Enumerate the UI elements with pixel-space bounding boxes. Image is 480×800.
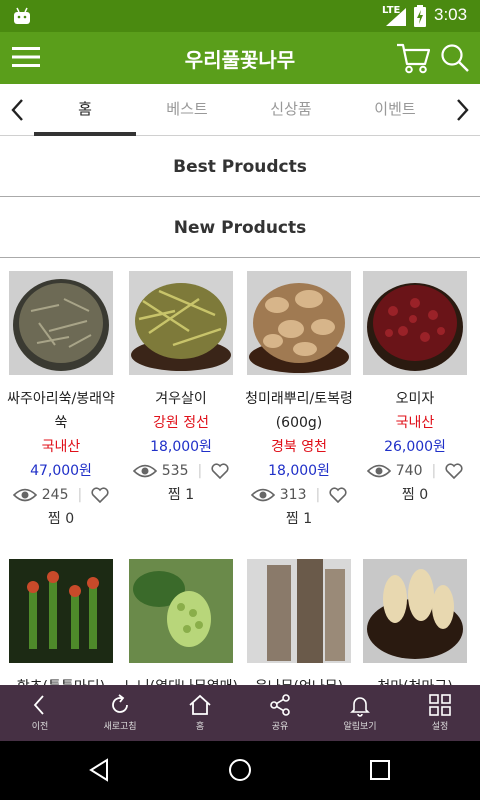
grid-icon (429, 694, 451, 716)
eye-icon (366, 464, 391, 478)
tab-event[interactable]: 이벤트 (344, 84, 446, 136)
status-bar: LTE 3:03 (0, 0, 480, 32)
nav-recents-icon[interactable] (367, 757, 393, 783)
heart-icon[interactable] (91, 487, 109, 503)
wishlist-count: 찜 1 (285, 511, 313, 527)
tab-best[interactable]: 베스트 (136, 84, 238, 136)
product-price: 18,000원 (268, 463, 330, 479)
signal-icon (386, 8, 406, 26)
product-card[interactable]: 천마(천마근) (356, 559, 474, 685)
toolbar-label: 홈 (195, 722, 205, 732)
toolbar-label: 설정 (431, 722, 449, 732)
view-count: 245 (41, 487, 69, 503)
product-name[interactable]: 겨우살이 (122, 387, 240, 411)
product-price: 26,000원 (384, 439, 446, 455)
product-origin: 경북 영천 (271, 439, 327, 455)
product-name[interactable]: 오미자 (356, 387, 474, 411)
back-button[interactable]: 이전 (0, 685, 80, 741)
product-card[interactable]: 오미자 국내산 26,000원 740 | 찜 0 (356, 271, 474, 507)
toolbar-label: 새로고침 (103, 722, 137, 732)
product-price: 18,000원 (150, 439, 212, 455)
nav-home-icon[interactable] (227, 757, 253, 783)
divider: | (77, 487, 83, 503)
notifications-button[interactable]: 알림보기 (320, 685, 400, 741)
eye-icon (132, 464, 157, 478)
view-count: 313 (279, 487, 307, 503)
back-icon (33, 695, 44, 715)
eye-icon (12, 488, 37, 502)
search-icon[interactable] (440, 43, 470, 73)
product-grid: 싸주아리쑥/봉래약쑥 국내산 47,000원 245 | 찜 0 겨우살이 강원… (0, 259, 480, 685)
product-name[interactable]: 청미래뿌리/토복령(600g) (240, 387, 358, 435)
heart-icon[interactable] (329, 487, 347, 503)
product-image[interactable] (129, 271, 233, 375)
product-image[interactable] (247, 559, 351, 663)
view-count: 535 (161, 463, 189, 479)
chevron-right-icon[interactable] (450, 96, 474, 124)
refresh-button[interactable]: 새로고침 (80, 685, 160, 741)
product-stats: 245 | (2, 483, 120, 507)
tab-home[interactable]: 홈 (34, 84, 136, 136)
toolbar-label: 공유 (271, 722, 289, 732)
refresh-icon (112, 694, 128, 713)
divider: | (431, 463, 437, 479)
bell-icon (350, 697, 370, 717)
product-price: 47,000원 (30, 463, 92, 479)
product-name[interactable]: 천마(천마근) (356, 675, 474, 685)
home-button[interactable]: 홈 (160, 685, 240, 741)
product-card[interactable]: 노니(열대나무열매) (122, 559, 240, 685)
product-card[interactable]: 음나무(엄나무) (240, 559, 358, 685)
wishlist-count: 찜 0 (47, 511, 75, 527)
chevron-left-icon[interactable] (6, 96, 30, 124)
product-origin: 국내산 (41, 439, 81, 455)
product-origin: 국내산 (395, 415, 435, 431)
heart-icon[interactable] (211, 463, 229, 479)
product-image[interactable] (363, 271, 467, 375)
battery-icon (414, 5, 426, 27)
tab-new[interactable]: 신상품 (240, 84, 342, 136)
clock: 3:03 (434, 5, 468, 24)
toolbar-label: 알림보기 (343, 722, 377, 732)
product-image[interactable] (247, 271, 351, 375)
product-image[interactable] (129, 559, 233, 663)
product-origin: 강원 정선 (153, 415, 209, 431)
cart-icon[interactable] (396, 42, 430, 74)
android-icon (14, 7, 30, 24)
product-card[interactable]: 청미래뿌리/토복령(600g) 경북 영천 18,000원 313 | 찜 1 (240, 271, 358, 531)
share-button[interactable]: 공유 (240, 685, 320, 741)
home-icon (189, 694, 211, 715)
product-image[interactable] (363, 559, 467, 663)
product-name[interactable]: 노니(열대나무열매) (122, 675, 240, 685)
wishlist-count: 찜 0 (401, 487, 429, 503)
divider: | (197, 463, 203, 479)
nav-back-icon[interactable] (87, 757, 113, 783)
share-icon (270, 694, 290, 716)
product-stats: 313 | (240, 483, 358, 507)
product-card[interactable]: 싸주아리쑥/봉래약쑥 국내산 47,000원 245 | 찜 0 (2, 271, 120, 531)
product-stats: 535 | (122, 459, 240, 483)
category-tabs: 홈 베스트 신상품 이벤트 (0, 84, 480, 136)
eye-icon (250, 488, 275, 502)
divider: | (315, 487, 321, 503)
wishlist-count: 찜 1 (167, 487, 195, 503)
toolbar-label: 이전 (31, 722, 49, 732)
product-image[interactable] (9, 271, 113, 375)
product-card[interactable]: 겨우살이 강원 정선 18,000원 535 | 찜 1 (122, 271, 240, 507)
product-name[interactable]: 함초(퉁퉁마디) (2, 675, 120, 685)
best-products-heading[interactable]: Best Proudcts (0, 137, 480, 197)
app-header: 우리풀꽃나무 (0, 32, 480, 84)
product-stats: 740 | (356, 459, 474, 483)
product-card[interactable]: 함초(퉁퉁마디) (2, 559, 120, 685)
product-name[interactable]: 싸주아리쑥/봉래약쑥 (2, 387, 120, 435)
view-count: 740 (395, 463, 423, 479)
bottom-toolbar: 이전 새로고침 홈 공유 알림보기 설정 (0, 685, 480, 741)
product-image[interactable] (9, 559, 113, 663)
product-name[interactable]: 음나무(엄나무) (240, 675, 358, 685)
system-navigation-bar (0, 741, 480, 800)
settings-button[interactable]: 설정 (400, 685, 480, 741)
new-products-heading[interactable]: New Products (0, 198, 480, 258)
heart-icon[interactable] (445, 463, 463, 479)
